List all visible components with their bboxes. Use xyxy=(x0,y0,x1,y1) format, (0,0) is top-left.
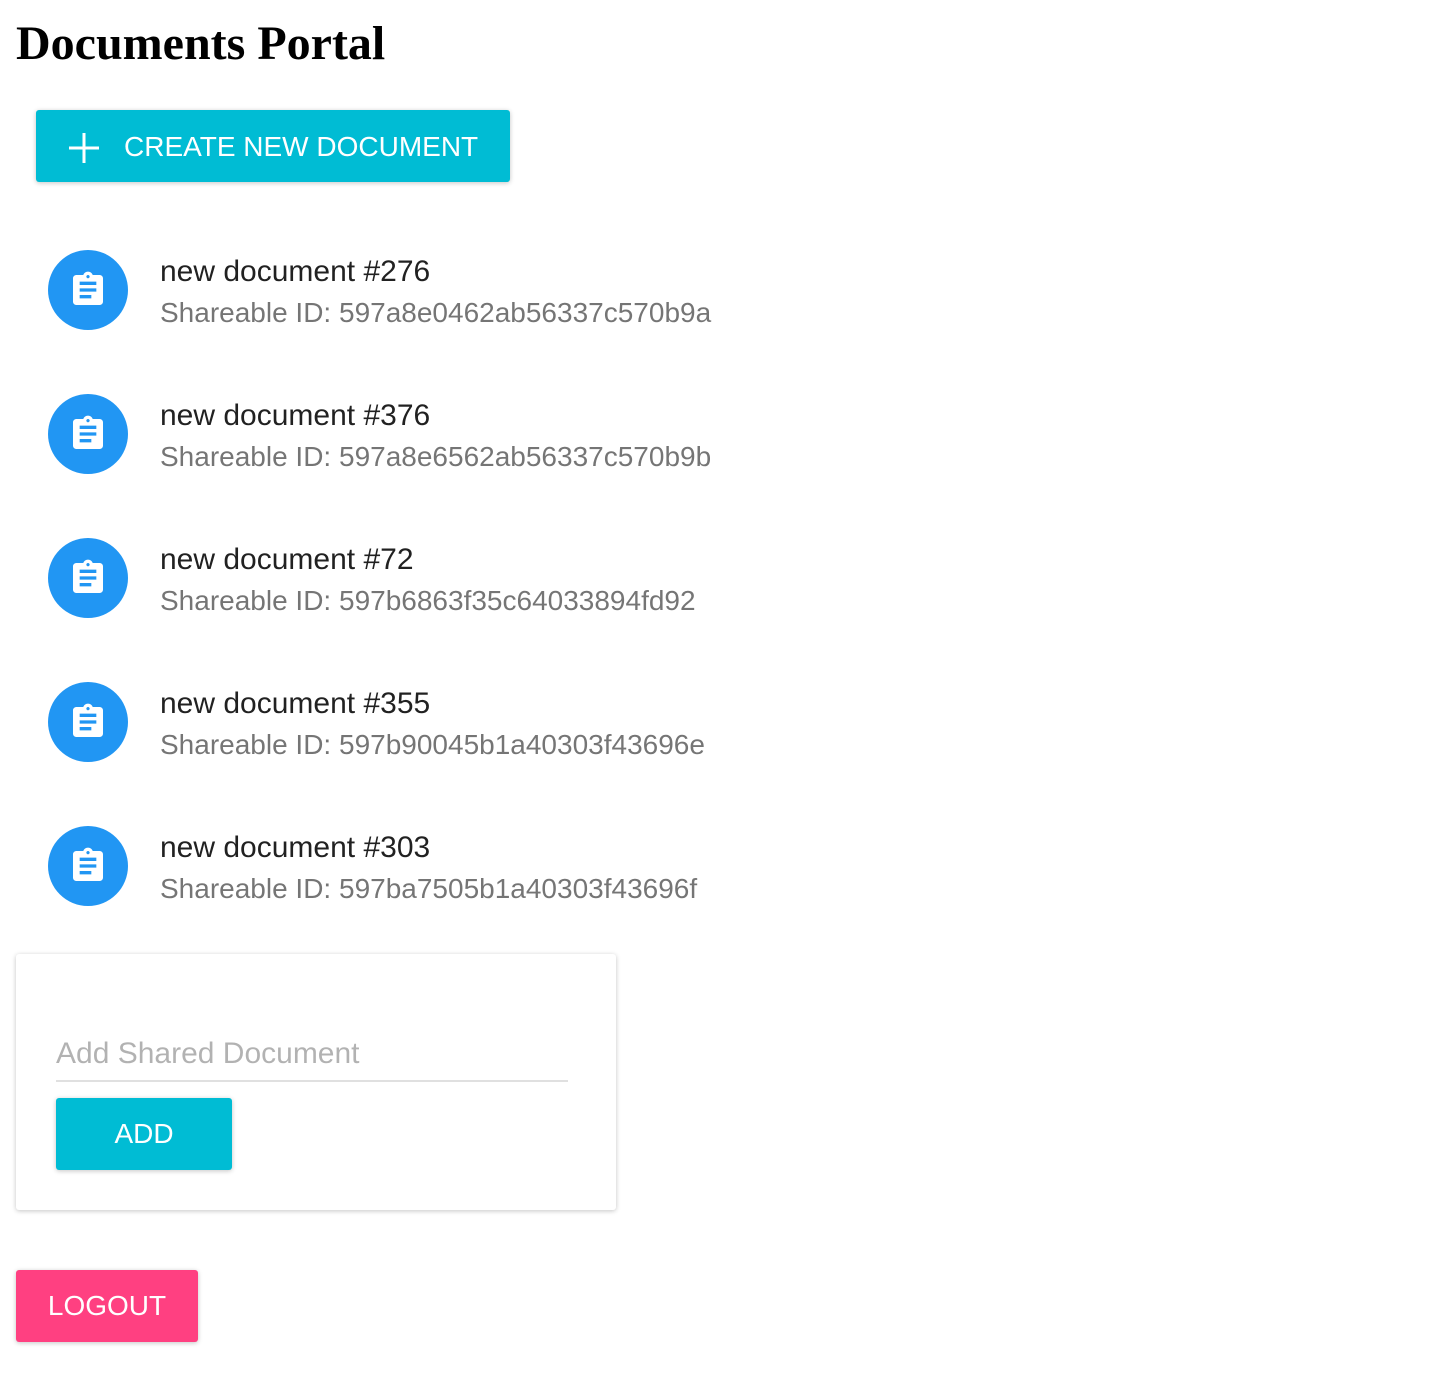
add-shared-document-card: ADD xyxy=(16,954,616,1210)
document-shareable-id: Shareable ID: 597b6863f35c64033894fd92 xyxy=(160,585,696,616)
document-title: new document #72 xyxy=(160,543,414,576)
document-list-item[interactable]: new document #376 Shareable ID: 597a8e65… xyxy=(0,370,900,514)
create-new-document-button[interactable]: CREATE NEW DOCUMENT xyxy=(36,110,510,182)
clipboard-icon xyxy=(73,271,103,305)
add-button[interactable]: ADD xyxy=(56,1098,232,1170)
document-title: new document #276 xyxy=(160,255,431,288)
document-title: new document #303 xyxy=(160,831,431,864)
document-title: new document #355 xyxy=(160,687,431,720)
document-avatar xyxy=(48,250,128,330)
document-shareable-id: Shareable ID: 597b90045b1a40303f43696e xyxy=(160,729,705,760)
document-list-item[interactable]: new document #276 Shareable ID: 597a8e04… xyxy=(0,226,900,370)
page-title: Documents Portal xyxy=(16,17,386,70)
clipboard-icon xyxy=(73,415,103,449)
document-title: new document #376 xyxy=(160,399,431,432)
document-avatar xyxy=(48,394,128,474)
document-list-item[interactable]: new document #72 Shareable ID: 597b6863f… xyxy=(0,514,900,658)
clipboard-icon xyxy=(73,703,103,737)
logout-button[interactable]: LOGOUT xyxy=(16,1270,198,1342)
document-list-item[interactable]: new document #355 Shareable ID: 597b9004… xyxy=(0,658,900,802)
clipboard-icon xyxy=(73,847,103,881)
document-avatar xyxy=(48,826,128,906)
document-avatar xyxy=(48,682,128,762)
document-shareable-id: Shareable ID: 597ba7505b1a40303f43696f xyxy=(160,873,698,904)
plus-icon xyxy=(69,133,99,163)
shared-document-input[interactable] xyxy=(56,1028,568,1082)
create-new-document-label: CREATE NEW DOCUMENT xyxy=(124,131,479,162)
document-shareable-id: Shareable ID: 597a8e0462ab56337c570b9a xyxy=(160,297,712,328)
document-list-item[interactable]: new document #303 Shareable ID: 597ba750… xyxy=(0,802,900,946)
clipboard-icon xyxy=(73,559,103,593)
document-avatar xyxy=(48,538,128,618)
document-list: new document #276 Shareable ID: 597a8e04… xyxy=(0,226,900,946)
document-shareable-id: Shareable ID: 597a8e6562ab56337c570b9b xyxy=(160,441,712,472)
